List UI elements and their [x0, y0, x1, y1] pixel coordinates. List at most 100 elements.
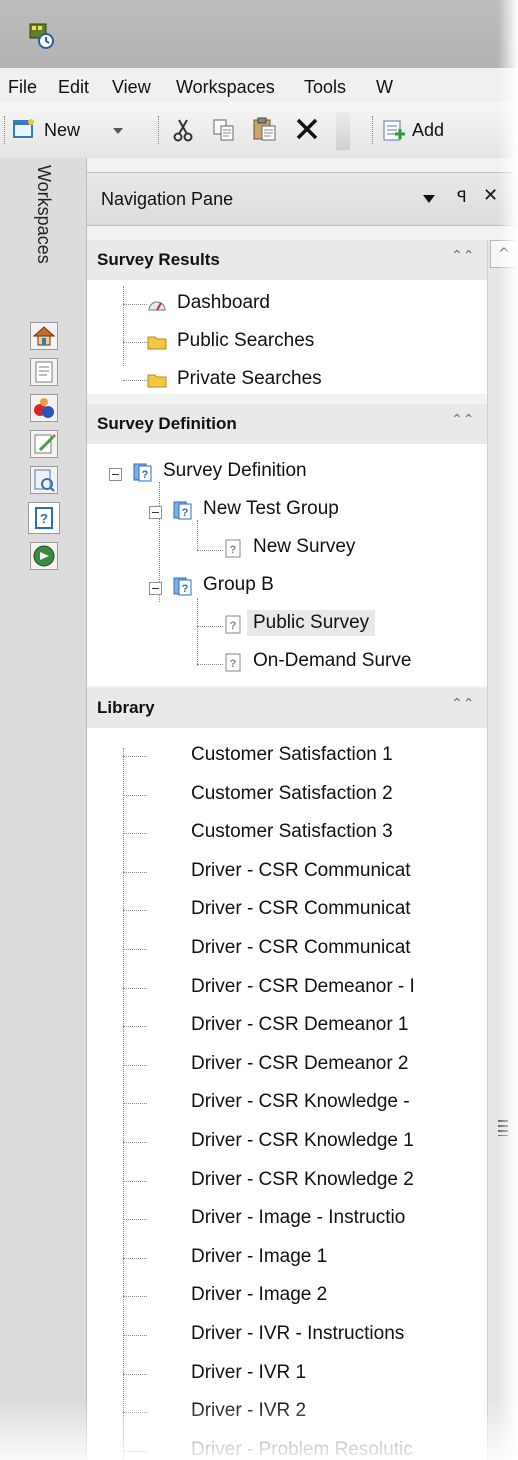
- new-label: New: [44, 120, 81, 140]
- library-item-label: Driver - CSR Demeanor - I: [191, 975, 415, 997]
- tree-item-private-searches[interactable]: Private Searches: [147, 368, 447, 394]
- tree-item-label: New Test Group: [203, 498, 339, 519]
- svg-text:?: ?: [142, 469, 149, 481]
- tree-item-survey-definition-root[interactable]: ? Survey Definition: [109, 460, 449, 486]
- section-survey-results-header[interactable]: Survey Results ⌃⌃: [87, 240, 487, 281]
- dashboard-gauge-icon: [148, 301, 166, 311]
- library-item[interactable]: Driver - CSR Knowledge -: [191, 1091, 485, 1117]
- copy-icon[interactable]: [212, 118, 236, 142]
- library-item[interactable]: Driver - CSR Communicat: [191, 937, 485, 963]
- tree-item-group-b[interactable]: ? Group B: [149, 574, 449, 600]
- workspace-edit-button[interactable]: [30, 430, 58, 458]
- workspaces-tab-strip: [0, 158, 86, 1460]
- library-item[interactable]: Driver - CSR Demeanor 2: [191, 1053, 485, 1079]
- section-survey-definition-header[interactable]: Survey Definition ⌃⌃: [87, 404, 487, 445]
- pane-menu-icon[interactable]: [423, 195, 435, 203]
- tree-line: [197, 664, 223, 665]
- tree-line: [123, 1142, 147, 1143]
- tree-item-label: New Survey: [253, 536, 356, 557]
- collapse-toggle-icon[interactable]: [149, 582, 162, 595]
- workspace-people-button[interactable]: [30, 394, 58, 422]
- library-item[interactable]: Driver - CSR Demeanor 1: [191, 1014, 485, 1040]
- svg-text:?: ?: [182, 583, 189, 595]
- pin-icon[interactable]: ꟼ: [457, 187, 467, 206]
- library-item[interactable]: Customer Satisfaction 1: [191, 744, 485, 770]
- workspace-document-button[interactable]: [30, 358, 58, 386]
- navigate-icon: [33, 545, 55, 567]
- collapse-icon[interactable]: ⌃⌃: [451, 696, 474, 712]
- library-item-label: Driver - IVR - Instructions: [191, 1323, 405, 1344]
- section-library-header[interactable]: Library ⌃⌃: [87, 688, 487, 729]
- library-item[interactable]: Driver - CSR Communicat: [191, 860, 485, 886]
- tree-line: [123, 1373, 147, 1375]
- library-item[interactable]: Driver - Image 2: [191, 1284, 485, 1310]
- toolbar-overflow[interactable]: [336, 112, 350, 150]
- tree-line: [123, 304, 147, 305]
- toolbar-separator: [158, 116, 161, 144]
- new-icon: [13, 119, 34, 138]
- section-survey-definition-body: ? Survey Definition ? New Test Group ? N…: [87, 444, 487, 686]
- menu-file[interactable]: File: [8, 77, 37, 98]
- tree-item-label: Public Survey: [247, 610, 376, 636]
- menu-workspaces[interactable]: Workspaces: [176, 77, 275, 98]
- tree-item-new-survey[interactable]: ? New Survey: [223, 536, 463, 562]
- library-item[interactable]: Driver - CSR Knowledge 1: [191, 1130, 485, 1156]
- library-item[interactable]: Driver - CSR Communicat: [191, 898, 485, 924]
- toolbar-grip-2[interactable]: [372, 116, 375, 144]
- menu-window[interactable]: W: [376, 77, 393, 98]
- menu-edit[interactable]: Edit: [58, 77, 89, 98]
- collapse-toggle-icon[interactable]: [149, 506, 162, 519]
- library-item[interactable]: Driver - IVR 1: [191, 1362, 485, 1388]
- library-item[interactable]: Driver - CSR Demeanor - I: [191, 976, 485, 1002]
- toolbar-grip[interactable]: [4, 116, 7, 144]
- workspace-navigate-button[interactable]: [30, 542, 58, 570]
- tree-item-public-survey[interactable]: ? Public Survey: [223, 610, 483, 638]
- library-item[interactable]: Driver - Image 1: [191, 1246, 485, 1272]
- delete-icon[interactable]: [294, 116, 320, 142]
- tree-line: [123, 833, 147, 835]
- library-item-label: Driver - IVR 1: [191, 1361, 307, 1383]
- collapse-icon[interactable]: ⌃⌃: [451, 248, 474, 264]
- workspaces-vertical-tab[interactable]: Workspaces: [28, 165, 58, 305]
- document-icon: [35, 361, 53, 383]
- collapse-icon[interactable]: ⌃⌃: [451, 412, 474, 428]
- new-button[interactable]: New: [12, 112, 152, 148]
- library-item[interactable]: Customer Satisfaction 3: [191, 821, 485, 847]
- tree-line: [123, 1103, 147, 1105]
- survey-icon: ?: [225, 539, 241, 558]
- menu-view[interactable]: View: [112, 77, 151, 98]
- library-item-label: Driver - Image 1: [191, 1245, 328, 1267]
- menu-tools[interactable]: Tools: [304, 77, 346, 98]
- folder-icon: [147, 374, 167, 388]
- close-icon[interactable]: ✕: [483, 185, 498, 206]
- tree-item-label: Private Searches: [177, 368, 322, 389]
- library-item-label: Driver - CSR Demeanor 2: [191, 1052, 409, 1074]
- tree-line: [123, 1296, 147, 1298]
- people-icon: [34, 398, 54, 418]
- collapse-toggle-icon[interactable]: [109, 468, 122, 481]
- svg-text:?: ?: [230, 544, 237, 556]
- tree-line: [123, 1335, 147, 1336]
- tree-item-public-searches[interactable]: Public Searches: [147, 330, 447, 356]
- dropdown-arrow-icon[interactable]: [112, 127, 124, 135]
- survey-folder-icon: ?: [173, 501, 192, 520]
- tree-item-on-demand-survey[interactable]: ? On-Demand Surve: [223, 650, 487, 676]
- tree-item-new-test-group[interactable]: ? New Test Group: [149, 498, 449, 524]
- toolbar: New Add: [0, 102, 518, 159]
- workspace-home-button[interactable]: [30, 322, 58, 350]
- library-item[interactable]: Customer Satisfaction 2: [191, 783, 485, 809]
- library-item[interactable]: Driver - Image - Instructio: [191, 1207, 485, 1233]
- workspace-survey-button[interactable]: ?: [28, 502, 60, 534]
- workspace-report-button[interactable]: [30, 466, 58, 494]
- paste-icon[interactable]: [252, 116, 278, 142]
- library-item[interactable]: Driver - CSR Knowledge 2: [191, 1169, 485, 1195]
- library-item[interactable]: Driver - IVR - Instructions: [191, 1323, 485, 1349]
- pane-header: Navigation Pane ꟼ ✕: [87, 172, 518, 226]
- survey-folder-icon: ?: [133, 463, 152, 482]
- bottom-fade: [0, 1400, 518, 1460]
- menu-bar: File Edit View Workspaces Tools W: [0, 68, 518, 102]
- tree-item-dashboard[interactable]: Dashboard: [147, 292, 447, 318]
- tree-line: [123, 794, 147, 796]
- cut-icon[interactable]: [172, 118, 194, 142]
- tree-item-label: On-Demand Surve: [253, 650, 412, 671]
